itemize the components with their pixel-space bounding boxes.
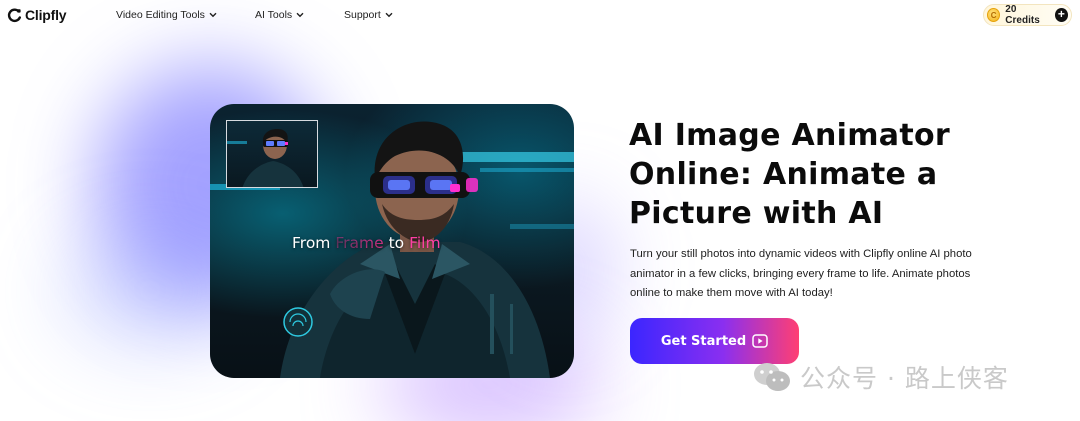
nav-ai-tools[interactable]: AI Tools [255,9,304,21]
nav-support[interactable]: Support [344,9,393,21]
credits-label: 20 Credits [1005,4,1040,26]
page-description: Turn your still photos into dynamic vide… [630,248,972,299]
nav-video-editing-tools[interactable]: Video Editing Tools [116,9,217,21]
logo[interactable]: Clipfly [7,6,67,24]
chevron-down-icon [296,12,304,18]
page: Clipfly Video Editing Tools AI Tools Sup… [0,0,1080,421]
caption-highlight: Frame [335,234,384,252]
add-credits-icon[interactable]: + [1054,8,1068,22]
credits-badge[interactable]: C 20 Credits + [983,4,1072,26]
chevron-down-icon [209,12,217,18]
page-title: AI Image Animator Online: Animate a Pict… [629,118,950,231]
site-header: Clipfly Video Editing Tools AI Tools Sup… [0,0,1080,30]
play-icon [752,334,768,348]
watermark-text: 公众号 · 路上侠客 [800,364,1009,393]
caption-text: From [292,234,336,252]
nav-label: Video Editing Tools [116,9,205,21]
source-image-thumbnail [226,120,318,188]
wechat-icon [754,363,790,391]
nav-label: AI Tools [255,9,293,21]
chevron-down-icon [385,12,393,18]
caption-highlight: Film [409,234,441,252]
caption-text: to [383,234,410,252]
nav-label: Support [344,9,381,21]
watermark: 公众号 · 路上侠客 [752,360,1009,394]
get-started-label: Get Started [660,333,747,349]
clipfly-logo-icon [7,7,22,23]
logo-text: Clipfly [25,7,67,23]
hero-caption: From Frame to Film [292,234,441,252]
get-started-button[interactable]: Get Started [630,318,799,364]
hero-image: From Frame to Film [210,104,574,378]
portrait-thumbnail-illustration [227,129,304,187]
coin-icon: C [987,8,1001,22]
